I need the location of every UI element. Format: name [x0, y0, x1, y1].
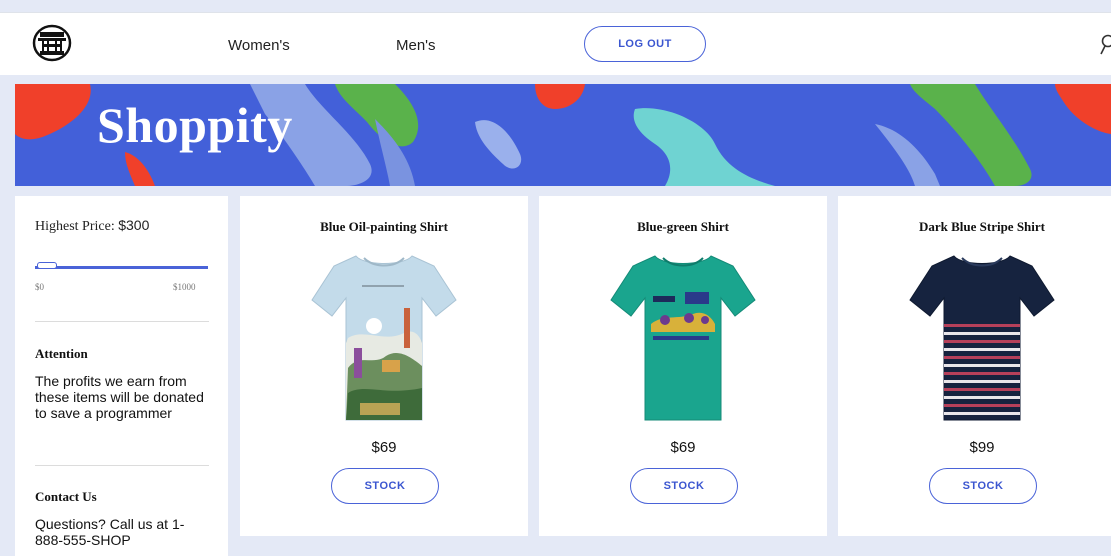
attention-heading: Attention	[35, 346, 88, 362]
product-card[interactable]: Blue-green Shirt $69 STOCK	[539, 196, 827, 536]
attention-text: The profits we earn from these items wil…	[35, 373, 205, 421]
product-name: Blue Oil-painting Shirt	[240, 219, 528, 235]
stock-button[interactable]: STOCK	[331, 468, 439, 504]
product-price: $69	[240, 439, 528, 456]
top-nav: Women's Men's LOG OUT	[0, 13, 1111, 75]
price-slider-thumb[interactable]	[37, 262, 57, 269]
search-icon[interactable]	[1099, 33, 1111, 57]
product-price: $69	[539, 439, 827, 456]
highest-price-label: Highest Price: $300	[35, 217, 149, 235]
price-range-min: $0	[35, 282, 44, 292]
sidebar-divider	[35, 321, 209, 322]
logout-button[interactable]: LOG OUT	[584, 26, 706, 62]
nav-link-womens[interactable]: Women's	[228, 37, 290, 54]
highest-price-value: $300	[118, 217, 149, 233]
sidebar: Highest Price: $300 $0 $1000 Attention T…	[15, 196, 228, 556]
stock-button[interactable]: STOCK	[929, 468, 1037, 504]
product-card[interactable]: Blue Oil-painting Shirt $69 STOCK	[240, 196, 528, 536]
stock-button[interactable]: STOCK	[630, 468, 738, 504]
hero-banner: Shoppity	[15, 84, 1111, 186]
sidebar-divider	[35, 465, 209, 466]
product-image-teal-tshirt[interactable]	[603, 248, 763, 423]
product-name: Dark Blue Stripe Shirt	[838, 219, 1111, 235]
product-card[interactable]: Dark Blue Stripe Shirt $99 STO	[838, 196, 1111, 536]
product-image-light-blue-tshirt[interactable]	[304, 248, 464, 423]
product-image-navy-stripe-tshirt[interactable]	[902, 248, 1062, 423]
contact-text: Questions? Call us at 1-888-555-SHOP	[35, 516, 205, 548]
highest-price-caption: Highest Price:	[35, 219, 115, 234]
product-name: Blue-green Shirt	[539, 219, 827, 235]
shop-logo-icon[interactable]	[31, 24, 73, 62]
product-price: $99	[838, 439, 1111, 456]
nav-link-mens[interactable]: Men's	[396, 37, 436, 54]
price-range-max: $1000	[173, 282, 196, 292]
brand-title: Shoppity	[97, 96, 293, 154]
price-slider-track[interactable]	[35, 266, 208, 269]
contact-heading: Contact Us	[35, 489, 97, 505]
